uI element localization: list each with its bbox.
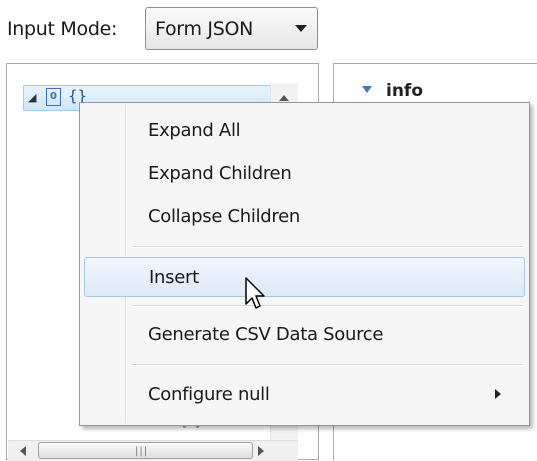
scroll-up-icon[interactable] bbox=[279, 95, 289, 101]
input-mode-label: Input Mode: bbox=[7, 18, 118, 40]
context-menu: Expand All Expand Children Collapse Chil… bbox=[79, 102, 530, 426]
object-node-icon: 0 bbox=[46, 88, 61, 106]
menu-item-label: Generate CSV Data Source bbox=[148, 324, 384, 345]
input-mode-value: Form JSON bbox=[155, 18, 254, 40]
menu-separator bbox=[132, 364, 523, 366]
menu-item-expand-all[interactable]: Expand All bbox=[84, 111, 525, 151]
grip-icon: ||| bbox=[135, 446, 149, 457]
menu-item-configure-null[interactable]: Configure null bbox=[84, 375, 525, 415]
menu-separator bbox=[132, 305, 523, 307]
menu-item-expand-children[interactable]: Expand Children bbox=[84, 154, 525, 194]
scroll-right-icon[interactable] bbox=[258, 446, 264, 456]
tree-horizontal-scrollbar[interactable]: ||| bbox=[8, 440, 298, 461]
menu-item-label: Insert bbox=[149, 267, 199, 288]
menu-item-label: Expand All bbox=[148, 120, 241, 141]
section-expanded-icon[interactable] bbox=[362, 86, 372, 93]
input-mode-select[interactable]: Form JSON bbox=[145, 7, 318, 50]
mouse-pointer-icon bbox=[245, 277, 265, 309]
menu-item-collapse-children[interactable]: Collapse Children bbox=[84, 197, 525, 237]
info-section-label[interactable]: info bbox=[386, 81, 423, 101]
menu-item-label: Configure null bbox=[148, 384, 270, 405]
menu-item-insert[interactable]: Insert bbox=[84, 257, 525, 297]
menu-item-label: Expand Children bbox=[148, 163, 292, 184]
menu-item-generate-csv-data-source[interactable]: Generate CSV Data Source bbox=[84, 315, 525, 355]
menu-item-label: Collapse Children bbox=[148, 206, 301, 227]
scrollbar-thumb[interactable]: ||| bbox=[38, 442, 253, 459]
submenu-arrow-icon bbox=[495, 389, 501, 399]
menu-separator bbox=[132, 246, 523, 248]
chevron-down-icon bbox=[295, 25, 307, 32]
scroll-left-icon[interactable] bbox=[20, 446, 26, 456]
expand-triangle-icon[interactable]: ◢ bbox=[28, 91, 36, 104]
